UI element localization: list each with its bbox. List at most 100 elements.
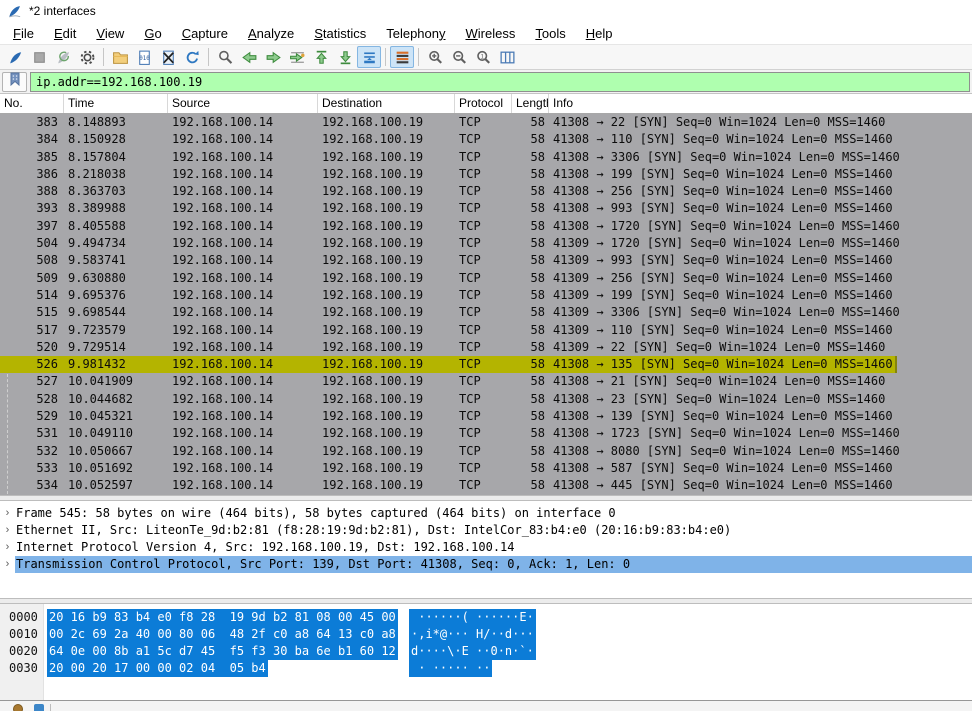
menu-telephony[interactable]: Telephony <box>376 24 455 43</box>
menu-view[interactable]: View <box>86 24 134 43</box>
packet-row[interactable]: 5149.695376192.168.100.14192.168.100.19T… <box>0 287 972 304</box>
menu-tools[interactable]: Tools <box>525 24 575 43</box>
capture-comment-icon[interactable] <box>34 704 44 711</box>
packet-row[interactable]: 3888.363703192.168.100.14192.168.100.19T… <box>0 183 972 200</box>
menu-statistics[interactable]: Statistics <box>304 24 376 43</box>
packet-row[interactable]: 5159.698544192.168.100.14192.168.100.19T… <box>0 304 972 321</box>
packet-row[interactable]: 3978.405588192.168.100.14192.168.100.19T… <box>0 218 972 235</box>
hex-row[interactable]: 000020 16 b9 83 b4 e0 f8 28 19 9d b2 81 … <box>0 609 972 626</box>
cell-info: 41308 → 199 [SYN] Seq=0 Win=1024 Len=0 M… <box>549 166 972 183</box>
hex-row[interactable]: 001000 2c 69 2a 40 00 80 06 48 2f c0 a8 … <box>0 626 972 643</box>
open-file-button[interactable] <box>108 46 132 68</box>
packet-row-selected[interactable]: 5269.981432192.168.100.14192.168.100.19T… <box>0 356 972 373</box>
capture-options-button[interactable] <box>75 46 99 68</box>
menu-go[interactable]: Go <box>134 24 171 43</box>
packet-row[interactable]: 5089.583741192.168.100.14192.168.100.19T… <box>0 252 972 269</box>
packet-row[interactable]: 53110.049110192.168.100.14192.168.100.19… <box>0 425 972 442</box>
stop-capture-icon <box>31 49 48 66</box>
menu-file[interactable]: File <box>3 24 44 43</box>
go-to-packet-button[interactable] <box>285 46 309 68</box>
detail-row[interactable]: ›Internet Protocol Version 4, Src: 192.1… <box>0 539 972 556</box>
cell-time: 10.041909 <box>64 373 168 390</box>
expert-info-icon[interactable] <box>13 704 23 711</box>
column-header-info[interactable]: Info <box>549 94 972 113</box>
packet-row[interactable]: 5179.723579192.168.100.14192.168.100.19T… <box>0 322 972 339</box>
save-file-button[interactable]: 010 <box>132 46 156 68</box>
go-last-packet-button[interactable] <box>333 46 357 68</box>
packet-row[interactable]: 3858.157804192.168.100.14192.168.100.19T… <box>0 149 972 166</box>
stop-capture-button[interactable] <box>27 46 51 68</box>
hex-ascii-highlighted[interactable]: d····\·E ··0·n·`· <box>409 643 536 660</box>
packet-row[interactable]: 52710.041909192.168.100.14192.168.100.19… <box>0 373 972 390</box>
column-header-time[interactable]: Time <box>64 94 168 113</box>
column-header-source[interactable]: Source <box>168 94 318 113</box>
find-packet-button[interactable] <box>213 46 237 68</box>
packet-row[interactable]: 53310.051692192.168.100.14192.168.100.19… <box>0 460 972 477</box>
menu-capture[interactable]: Capture <box>172 24 238 43</box>
hex-bytes-highlighted[interactable]: 64 0e 00 8b a1 5c d7 45 f5 f3 30 ba 6e b… <box>47 643 398 660</box>
zoom-in-icon <box>427 49 444 66</box>
filter-bookmark-button[interactable] <box>2 72 27 92</box>
column-header-destination[interactable]: Destination <box>318 94 455 113</box>
hex-bytes-highlighted[interactable]: 00 2c 69 2a 40 00 80 06 48 2f c0 a8 64 1… <box>47 626 398 643</box>
cell-source: 192.168.100.14 <box>168 356 318 373</box>
hex-bytes-highlighted[interactable]: 20 16 b9 83 b4 e0 f8 28 19 9d b2 81 08 0… <box>47 609 398 626</box>
cell-destination: 192.168.100.19 <box>318 477 455 494</box>
cell-info: 41309 → 993 [SYN] Seq=0 Win=1024 Len=0 M… <box>549 252 972 269</box>
expand-chevron-icon[interactable]: › <box>0 539 15 556</box>
cell-length: 58 <box>512 477 549 494</box>
restart-capture-button[interactable] <box>51 46 75 68</box>
close-file-button[interactable] <box>156 46 180 68</box>
go-first-packet-button[interactable] <box>309 46 333 68</box>
packet-row[interactable]: 3848.150928192.168.100.14192.168.100.19T… <box>0 131 972 148</box>
packet-row[interactable]: 5209.729514192.168.100.14192.168.100.19T… <box>0 339 972 356</box>
hex-ascii-highlighted[interactable]: ·,i*@··· H/··d··· <box>409 626 536 643</box>
menu-analyze[interactable]: Analyze <box>238 24 304 43</box>
cell-info: 41308 → 139 [SYN] Seq=0 Win=1024 Len=0 M… <box>549 408 972 425</box>
detail-row[interactable]: ›Ethernet II, Src: LiteonTe_9d:b2:81 (f8… <box>0 522 972 539</box>
packet-row[interactable]: 53210.050667192.168.100.14192.168.100.19… <box>0 443 972 460</box>
resize-columns-button[interactable] <box>495 46 519 68</box>
hex-ascii-highlighted[interactable]: · ····· ·· <box>409 660 492 677</box>
packet-row[interactable]: 52910.045321192.168.100.14192.168.100.19… <box>0 408 972 425</box>
packet-row[interactable]: 5049.494734192.168.100.14192.168.100.19T… <box>0 235 972 252</box>
packet-row[interactable]: 52810.044682192.168.100.14192.168.100.19… <box>0 391 972 408</box>
expand-chevron-icon[interactable]: › <box>0 522 15 539</box>
zoom-out-button[interactable] <box>447 46 471 68</box>
packet-row[interactable]: 3868.218038192.168.100.14192.168.100.19T… <box>0 166 972 183</box>
menu-edit[interactable]: Edit <box>44 24 86 43</box>
cell-no: 393 <box>0 200 64 217</box>
zoom-normal-button[interactable]: 1 <box>471 46 495 68</box>
reload-file-icon <box>184 49 201 66</box>
column-header-no[interactable]: No. <box>0 94 64 113</box>
zoom-in-button[interactable] <box>423 46 447 68</box>
start-capture-button[interactable] <box>3 46 27 68</box>
menu-wireless[interactable]: Wireless <box>456 24 526 43</box>
expand-chevron-icon[interactable]: › <box>0 505 15 522</box>
cell-protocol: TCP <box>455 391 512 408</box>
cell-destination: 192.168.100.19 <box>318 408 455 425</box>
detail-row[interactable]: ›Frame 545: 58 bytes on wire (464 bits),… <box>0 505 972 522</box>
packet-row[interactable]: 53410.052597192.168.100.14192.168.100.19… <box>0 477 972 494</box>
column-header-length[interactable]: Length <box>512 94 549 113</box>
display-filter-input[interactable] <box>30 72 970 92</box>
cell-time: 10.049110 <box>64 425 168 442</box>
expand-chevron-icon[interactable]: › <box>0 556 15 573</box>
colorize-packets-button[interactable] <box>390 46 414 68</box>
cell-info: 41308 → 110 [SYN] Seq=0 Win=1024 Len=0 M… <box>549 131 972 148</box>
hex-row[interactable]: 002064 0e 00 8b a1 5c d7 45 f5 f3 30 ba … <box>0 643 972 660</box>
go-forward-button[interactable] <box>261 46 285 68</box>
packet-row[interactable]: 5099.630880192.168.100.14192.168.100.19T… <box>0 270 972 287</box>
hex-ascii-highlighted[interactable]: ······( ······E· <box>409 609 536 626</box>
hex-bytes-highlighted[interactable]: 20 00 20 17 00 00 02 04 05 b4 <box>47 660 268 677</box>
menu-help[interactable]: Help <box>576 24 623 43</box>
column-header-protocol[interactable]: Protocol <box>455 94 512 113</box>
go-back-button[interactable] <box>237 46 261 68</box>
cell-protocol: TCP <box>455 252 512 269</box>
packet-row[interactable]: 3938.389988192.168.100.14192.168.100.19T… <box>0 200 972 217</box>
packet-row[interactable]: 3838.148893192.168.100.14192.168.100.19T… <box>0 114 972 131</box>
detail-row-selected[interactable]: ›Transmission Control Protocol, Src Port… <box>0 556 972 573</box>
hex-row[interactable]: 003020 00 20 17 00 00 02 04 05 b4 · ····… <box>0 660 972 677</box>
reload-file-button[interactable] <box>180 46 204 68</box>
auto-scroll-button[interactable] <box>357 46 381 68</box>
